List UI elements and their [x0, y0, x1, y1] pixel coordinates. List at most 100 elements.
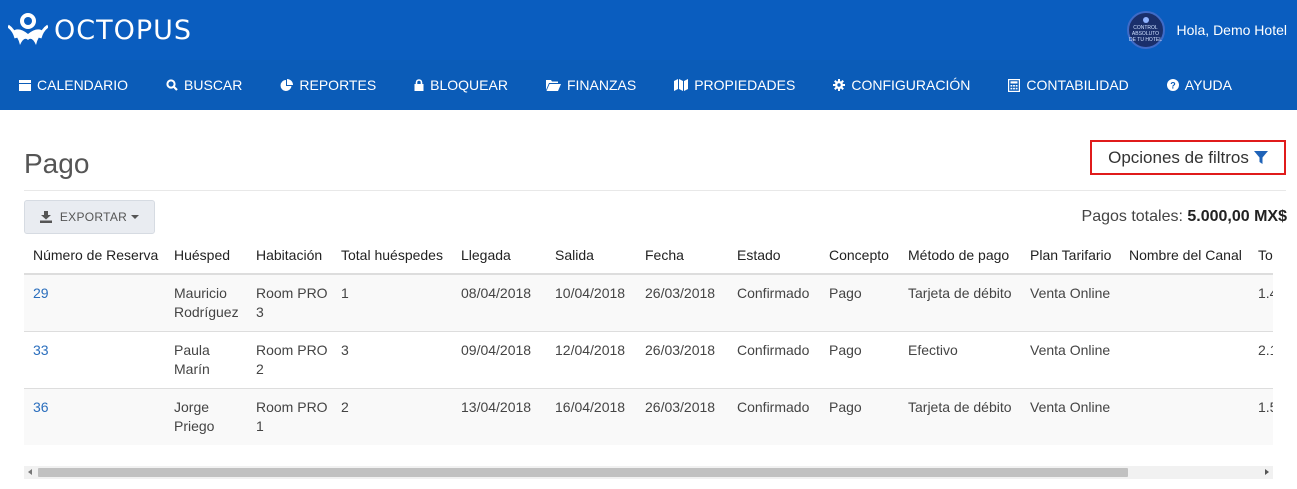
- totals-label: Pagos totales:: [1081, 208, 1183, 225]
- user-menu[interactable]: CONTROL ABSOLUTO DE TU HOTEL Hola, Demo …: [1126, 10, 1288, 50]
- cell-huesped: Paula Marín: [165, 330, 247, 388]
- nav-item-ayuda[interactable]: ? AYUDA: [1148, 60, 1251, 110]
- nav-label: AYUDA: [1184, 77, 1232, 93]
- nav-item-contabilidad[interactable]: CONTABILIDAD: [989, 60, 1147, 110]
- reservation-link[interactable]: 33: [33, 342, 49, 358]
- scroll-right-arrow-icon[interactable]: [1265, 469, 1269, 475]
- column-header[interactable]: Salida: [546, 236, 636, 275]
- nav-item-calendario[interactable]: CALENDARIO: [0, 60, 147, 110]
- nav-item-buscar[interactable]: BUSCAR: [147, 60, 261, 110]
- column-header[interactable]: Total huéspedes: [332, 236, 452, 275]
- cell-fecha: 26/03/2018: [636, 387, 728, 445]
- svg-text:?: ?: [1170, 80, 1176, 90]
- cell-salida: 12/04/2018: [546, 330, 636, 388]
- nav-label: CONTABILIDAD: [1026, 77, 1129, 93]
- horizontal-scrollbar[interactable]: [24, 466, 1273, 479]
- nav-item-reportes[interactable]: REPORTES: [261, 60, 395, 110]
- column-header[interactable]: Concepto: [820, 236, 899, 275]
- cell-reserva: 36: [24, 387, 165, 445]
- cell-plan-tarifario: Venta Online: [1021, 273, 1120, 331]
- nav-item-configuracion[interactable]: CONFIGURACIÓN: [814, 60, 989, 110]
- cell-fecha: 26/03/2018: [636, 273, 728, 331]
- nav-label: PROPIEDADES: [694, 77, 796, 93]
- lock-icon: [414, 79, 424, 91]
- column-header[interactable]: Nombre del Canal: [1120, 236, 1249, 275]
- scroll-left-arrow-icon[interactable]: [28, 469, 32, 475]
- column-header[interactable]: To: [1249, 236, 1273, 275]
- avatar-text: CONTROL ABSOLUTO DE TU HOTEL: [1129, 25, 1162, 43]
- table-row: 33 Paula Marín Room PRO 2 3 09/04/2018 1…: [24, 330, 1273, 388]
- column-header[interactable]: Número de Reserva: [24, 236, 165, 275]
- table-row: 36 Jorge Priego Room PRO 1 2 13/04/2018 …: [24, 387, 1273, 445]
- cell-llegada: 13/04/2018: [452, 387, 546, 445]
- nav-label: BLOQUEAR: [430, 77, 508, 93]
- cell-estado: Confirmado: [728, 387, 820, 445]
- export-label: EXPORTAR: [59, 210, 128, 224]
- cell-huesped: Mauricio Rodríguez: [165, 273, 247, 331]
- payments-table-container: Número de Reserva Huésped Habitación Tot…: [24, 236, 1273, 448]
- table-header-row: Número de Reserva Huésped Habitación Tot…: [24, 236, 1273, 275]
- column-header[interactable]: Método de pago: [899, 236, 1021, 275]
- cell-concepto: Pago: [820, 387, 899, 445]
- calendar-icon: [19, 80, 31, 91]
- cell-concepto: Pago: [820, 330, 899, 388]
- question-circle-icon: ?: [1166, 79, 1179, 91]
- cell-metodo-pago: Tarjeta de débito: [899, 387, 1021, 445]
- nav-item-bloquear[interactable]: BLOQUEAR: [395, 60, 527, 110]
- filter-icon: [1253, 150, 1268, 164]
- cell-llegada: 09/04/2018: [452, 330, 546, 388]
- column-header[interactable]: Estado: [728, 236, 820, 275]
- folder-open-icon: [545, 80, 561, 91]
- nav-item-propiedades[interactable]: PROPIEDADES: [655, 60, 814, 110]
- cell-habitacion: Room PRO 1: [247, 387, 332, 445]
- octopus-logo[interactable]: OCTOPUS: [8, 10, 192, 50]
- payments-table: Número de Reserva Huésped Habitación Tot…: [24, 236, 1273, 445]
- cell-nombre-canal: [1120, 273, 1249, 331]
- cell-nombre-canal: [1120, 330, 1249, 388]
- map-icon: [674, 79, 689, 91]
- main-nav: CALENDARIO BUSCAR REPORTES BLOQUEAR FINA…: [0, 60, 1297, 110]
- nav-label: CALENDARIO: [37, 77, 129, 93]
- download-icon: [39, 211, 52, 223]
- nav-label: BUSCAR: [184, 77, 243, 93]
- reservation-link[interactable]: 36: [33, 399, 49, 415]
- cell-concepto: Pago: [820, 273, 899, 331]
- cell-plan-tarifario: Venta Online: [1021, 387, 1120, 445]
- column-header[interactable]: Huésped: [165, 236, 247, 275]
- cell-total: 1.4: [1249, 273, 1273, 331]
- export-button[interactable]: EXPORTAR: [24, 200, 155, 234]
- top-header: OCTOPUS CONTROL ABSOLUTO DE TU HOTEL Hol…: [0, 0, 1297, 60]
- column-header[interactable]: Llegada: [452, 236, 546, 275]
- cell-plan-tarifario: Venta Online: [1021, 330, 1120, 388]
- filter-options-button[interactable]: Opciones de filtros: [1090, 140, 1286, 175]
- payments-total: Pagos totales: 5.000,00 MX$: [1082, 208, 1287, 226]
- cell-habitacion: Room PRO 3: [247, 273, 332, 331]
- cell-nombre-canal: [1120, 387, 1249, 445]
- title-divider: [24, 190, 1286, 191]
- cell-llegada: 08/04/2018: [452, 273, 546, 331]
- octopus-logo-icon: [8, 13, 48, 45]
- column-header[interactable]: Plan Tarifario: [1021, 236, 1120, 275]
- totals-value: 5.000,00 MX$: [1187, 208, 1287, 225]
- column-header[interactable]: Habitación: [247, 236, 332, 275]
- cell-metodo-pago: Efectivo: [899, 330, 1021, 388]
- nav-item-finanzas[interactable]: FINANZAS: [527, 60, 655, 110]
- cell-estado: Confirmado: [728, 330, 820, 388]
- cell-total-huespedes: 2: [332, 387, 452, 445]
- scrollbar-thumb[interactable]: [38, 468, 1128, 477]
- nav-label: FINANZAS: [566, 77, 637, 93]
- table-row: 29 Mauricio Rodríguez Room PRO 3 1 08/04…: [24, 273, 1273, 331]
- calculator-icon: [1008, 78, 1021, 92]
- cell-reserva: 33: [24, 330, 165, 388]
- avatar[interactable]: CONTROL ABSOLUTO DE TU HOTEL: [1126, 11, 1165, 49]
- cell-salida: 10/04/2018: [546, 273, 636, 331]
- gear-icon: [833, 79, 846, 91]
- column-header[interactable]: Fecha: [636, 236, 728, 275]
- filter-options-label: Opciones de filtros: [1108, 147, 1249, 167]
- cell-fecha: 26/03/2018: [636, 330, 728, 388]
- reservation-link[interactable]: 29: [33, 285, 49, 301]
- page-title: Pago: [24, 148, 90, 179]
- avatar-logo-icon: [1142, 17, 1149, 23]
- user-greeting[interactable]: Hola, Demo Hotel: [1177, 22, 1288, 38]
- brand-name: OCTOPUS: [54, 14, 193, 46]
